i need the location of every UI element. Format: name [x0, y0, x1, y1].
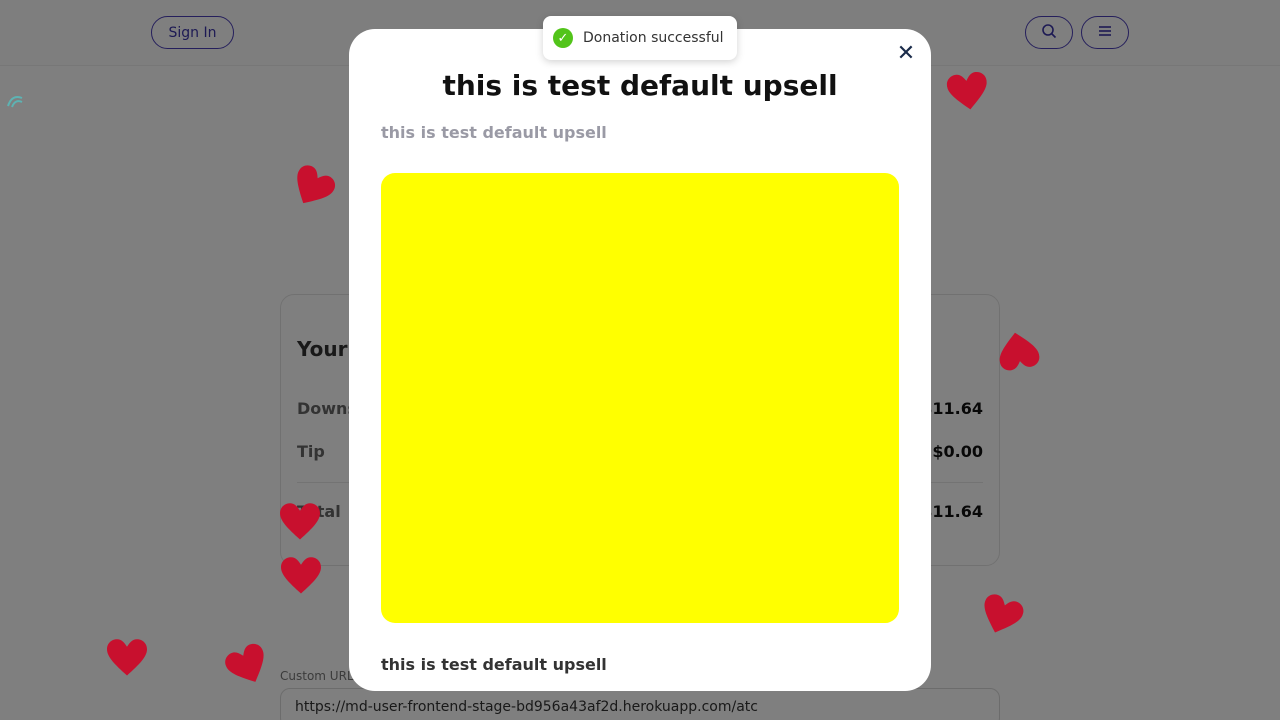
heart-icon [281, 556, 321, 596]
upsell-modal: ✕ this is test default upsell this is te… [349, 29, 931, 691]
check-circle-icon: ✓ [553, 28, 573, 48]
close-icon[interactable]: ✕ [894, 42, 918, 66]
toast-message: Donation successful [583, 30, 724, 46]
heart-icon [280, 502, 320, 542]
heart-icon [995, 327, 1041, 373]
loading-icon [6, 92, 26, 110]
modal-subtitle: this is test default upsell [381, 123, 607, 142]
upsell-image [381, 173, 899, 623]
heart-icon [107, 638, 147, 678]
success-toast: ✓ Donation successful [543, 16, 737, 60]
modal-caption: this is test default upsell [381, 655, 607, 674]
modal-title: this is test default upsell [442, 69, 838, 102]
heart-icon [945, 69, 990, 114]
